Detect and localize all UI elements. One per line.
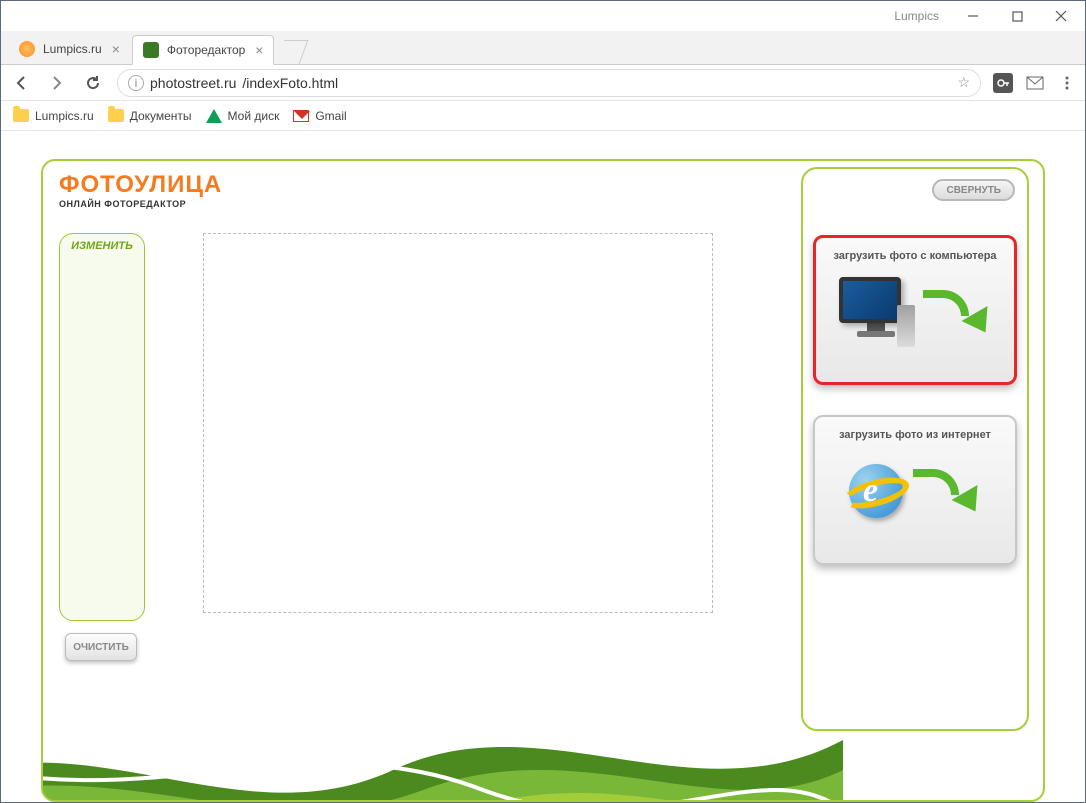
window-titlebar: Lumpics	[1, 1, 1085, 31]
folder-icon	[13, 109, 29, 122]
upload-from-computer-card[interactable]: загрузить фото с компьютера	[813, 235, 1017, 385]
page-content: ФОТОУЛИЦА ОНЛАЙН ФОТОРЕДАКТОР ИЗМЕНИТЬ О…	[1, 131, 1085, 802]
bookmark-drive[interactable]: Мой диск	[206, 109, 280, 123]
drive-icon	[206, 109, 222, 123]
menu-icon[interactable]	[1057, 73, 1077, 93]
close-button[interactable]	[1039, 2, 1083, 30]
clear-button[interactable]: ОЧИСТИТЬ	[65, 633, 137, 661]
mail-icon[interactable]	[1025, 73, 1045, 93]
star-icon[interactable]: ☆	[957, 74, 970, 91]
tab-strip: Lumpics.ru × Фоторедактор ×	[1, 31, 1085, 65]
arrow-icon	[913, 469, 981, 513]
upload-internet-graphic: e	[823, 441, 1007, 541]
forward-button[interactable]	[45, 71, 69, 95]
address-bar: i photostreet.ru/indexFoto.html ☆	[1, 65, 1085, 101]
maximize-button[interactable]	[995, 2, 1039, 30]
tab-favicon	[19, 41, 35, 57]
right-panel: СВЕРНУТЬ загрузить фото с компьютера	[801, 167, 1029, 731]
canvas-area[interactable]	[203, 233, 713, 613]
folder-icon	[108, 109, 124, 122]
tab-label: Фоторедактор	[167, 43, 245, 57]
upload-from-internet-card[interactable]: загрузить фото из интернет e	[813, 415, 1017, 565]
bookmark-gmail[interactable]: Gmail	[293, 109, 346, 123]
globe-icon: e	[849, 464, 903, 518]
info-icon[interactable]: i	[128, 75, 144, 91]
url-domain: photostreet.ru	[150, 75, 236, 91]
tab-fotoredaktor[interactable]: Фоторедактор ×	[132, 35, 275, 65]
upload-internet-label: загрузить фото из интернет	[823, 429, 1007, 441]
key-icon[interactable]	[993, 73, 1013, 93]
app-frame: ФОТОУЛИЦА ОНЛАЙН ФОТОРЕДАКТОР ИЗМЕНИТЬ О…	[41, 159, 1045, 802]
left-panel: ИЗМЕНИТЬ ОЧИСТИТЬ	[59, 233, 145, 661]
tab-lumpics[interactable]: Lumpics.ru ×	[9, 34, 130, 64]
url-path: /indexFoto.html	[242, 75, 338, 91]
upload-computer-label: загрузить фото с компьютера	[824, 250, 1006, 262]
logo: ФОТОУЛИЦА ОНЛАЙН ФОТОРЕДАКТОР	[59, 171, 222, 209]
close-icon[interactable]: ×	[112, 41, 120, 57]
tab-label: Lumpics.ru	[43, 42, 102, 56]
back-button[interactable]	[9, 71, 33, 95]
edit-panel[interactable]: ИЗМЕНИТЬ	[59, 233, 145, 621]
upload-computer-graphic	[824, 262, 1006, 362]
window-title: Lumpics	[894, 9, 939, 23]
bookmark-documents[interactable]: Документы	[108, 109, 192, 123]
bookmarks-bar: Lumpics.ru Документы Мой диск Gmail	[1, 101, 1085, 131]
reload-button[interactable]	[81, 71, 105, 95]
close-icon[interactable]: ×	[255, 42, 263, 58]
tab-favicon	[143, 42, 159, 58]
minimize-button[interactable]	[951, 2, 995, 30]
new-tab-button[interactable]	[276, 40, 309, 64]
browser-window: Lumpics Lumpics.ru × Фоторедактор × i ph…	[0, 0, 1086, 803]
logo-text: ФОТОУЛИЦА	[59, 171, 222, 199]
gmail-icon	[293, 110, 309, 122]
url-input[interactable]: i photostreet.ru/indexFoto.html ☆	[117, 69, 981, 97]
edit-label: ИЗМЕНИТЬ	[60, 240, 144, 252]
decorative-waves	[41, 660, 843, 802]
monitor-icon	[839, 277, 913, 347]
collapse-button[interactable]: СВЕРНУТЬ	[932, 179, 1015, 201]
bookmark-lumpics[interactable]: Lumpics.ru	[13, 109, 94, 123]
arrow-icon	[923, 290, 991, 334]
logo-subtitle: ОНЛАЙН ФОТОРЕДАКТОР	[59, 199, 222, 209]
